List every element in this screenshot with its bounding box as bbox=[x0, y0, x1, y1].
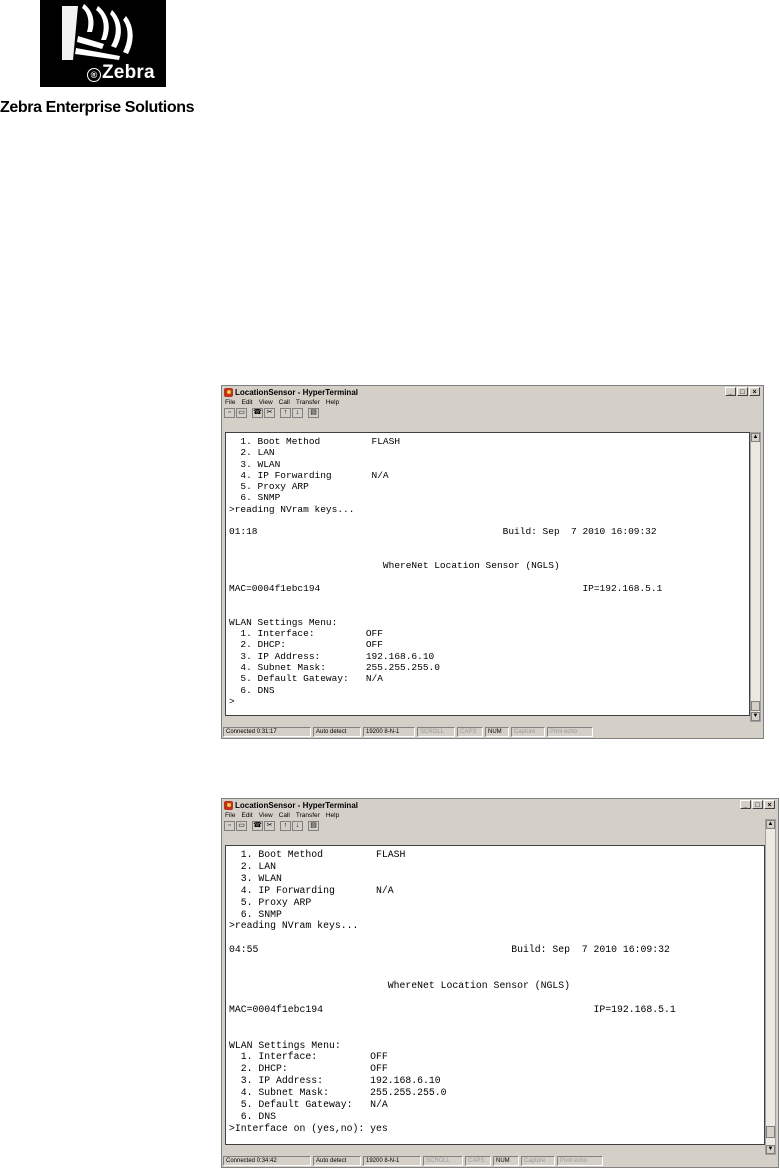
status-bar: Connected 0:34:42 Auto detect 19200 8-N-… bbox=[223, 1156, 777, 1166]
hyperterminal-window-1: LocationSensor - HyperTerminal _ □ × Fil… bbox=[221, 385, 764, 739]
status-bar: Connected 0:31:17 Auto detect 19200 8-N-… bbox=[223, 727, 762, 737]
status-caps: CAPS bbox=[457, 727, 483, 737]
connect-icon[interactable]: ☎ bbox=[252, 821, 263, 831]
maximize-icon[interactable]: □ bbox=[737, 387, 748, 396]
menu-help[interactable]: Help bbox=[326, 812, 339, 819]
scroll-down-icon[interactable]: ▼ bbox=[766, 1145, 775, 1154]
receive-icon[interactable]: ↓ bbox=[292, 821, 303, 831]
status-num: NUM bbox=[485, 727, 509, 737]
disconnect-icon[interactable]: ✂ bbox=[264, 408, 275, 418]
status-capture: Capture bbox=[521, 1156, 555, 1166]
menu-file[interactable]: File bbox=[225, 399, 235, 406]
terminal-output: 1. Boot Method FLASH 2. LAN 3. WLAN 4. I… bbox=[229, 436, 663, 707]
scroll-up-icon[interactable]: ▲ bbox=[766, 820, 775, 829]
menu-help[interactable]: Help bbox=[326, 399, 339, 406]
vertical-scrollbar[interactable]: ▲ ▼ bbox=[750, 432, 761, 722]
scroll-thumb[interactable] bbox=[766, 1126, 775, 1138]
close-icon[interactable]: × bbox=[764, 800, 775, 809]
window-title: LocationSensor - HyperTerminal bbox=[235, 388, 358, 397]
hyperterminal-icon[interactable] bbox=[224, 388, 233, 397]
status-detect: Auto detect bbox=[313, 727, 361, 737]
status-connected: Connected 0:31:17 bbox=[223, 727, 311, 737]
menu-bar: File Edit View Call Transfer Help bbox=[225, 812, 339, 819]
terminal-output: 1. Boot Method FLASH 2. LAN 3. WLAN 4. I… bbox=[229, 849, 676, 1134]
menu-transfer[interactable]: Transfer bbox=[296, 399, 320, 406]
disconnect-icon[interactable]: ✂ bbox=[264, 821, 275, 831]
status-print-echo: Print echo bbox=[557, 1156, 603, 1166]
terminal-area[interactable]: 1. Boot Method FLASH 2. LAN 3. WLAN 4. I… bbox=[225, 845, 765, 1145]
close-icon[interactable]: × bbox=[749, 387, 760, 396]
scroll-up-icon[interactable]: ▲ bbox=[751, 433, 760, 442]
window-title: LocationSensor - HyperTerminal bbox=[235, 801, 358, 810]
menu-call[interactable]: Call bbox=[279, 399, 290, 406]
status-scroll: SCROLL bbox=[423, 1156, 463, 1166]
title-bar[interactable]: LocationSensor - HyperTerminal _ □ × bbox=[223, 387, 762, 398]
maximize-icon[interactable]: □ bbox=[752, 800, 763, 809]
toolbar: ▫ ▭ ☎ ✂ ↑ ↓ ▤ bbox=[224, 408, 319, 418]
status-capture: Capture bbox=[511, 727, 545, 737]
status-connected: Connected 0:34:42 bbox=[223, 1156, 311, 1166]
open-icon[interactable]: ▭ bbox=[236, 821, 247, 831]
vertical-scrollbar[interactable]: ▲ ▼ bbox=[765, 819, 776, 1155]
menu-view[interactable]: View bbox=[259, 399, 273, 406]
menu-edit[interactable]: Edit bbox=[241, 399, 252, 406]
status-caps: CAPS bbox=[465, 1156, 491, 1166]
terminal-area[interactable]: 1. Boot Method FLASH 2. LAN 3. WLAN 4. I… bbox=[225, 432, 750, 716]
menu-bar: File Edit View Call Transfer Help bbox=[225, 399, 339, 406]
scroll-thumb[interactable] bbox=[751, 701, 760, 711]
menu-edit[interactable]: Edit bbox=[241, 812, 252, 819]
minimize-icon[interactable]: _ bbox=[740, 800, 751, 809]
new-connection-icon[interactable]: ▫ bbox=[224, 408, 235, 418]
hyperterminal-icon[interactable] bbox=[224, 801, 233, 810]
status-baud: 19200 8-N-1 bbox=[363, 1156, 421, 1166]
toolbar: ▫ ▭ ☎ ✂ ↑ ↓ ▤ bbox=[224, 821, 319, 831]
menu-file[interactable]: File bbox=[225, 812, 235, 819]
status-num: NUM bbox=[493, 1156, 519, 1166]
status-detect: Auto detect bbox=[313, 1156, 361, 1166]
new-connection-icon[interactable]: ▫ bbox=[224, 821, 235, 831]
connect-icon[interactable]: ☎ bbox=[252, 408, 263, 418]
status-baud: 19200 8-N-1 bbox=[363, 727, 415, 737]
menu-call[interactable]: Call bbox=[279, 812, 290, 819]
status-scroll: SCROLL bbox=[417, 727, 455, 737]
title-bar[interactable]: LocationSensor - HyperTerminal _ □ × bbox=[223, 800, 777, 811]
open-icon[interactable]: ▭ bbox=[236, 408, 247, 418]
receive-icon[interactable]: ↓ bbox=[292, 408, 303, 418]
registered-mark: ® bbox=[87, 68, 101, 82]
company-name: Zebra Enterprise Solutions bbox=[0, 99, 195, 116]
menu-transfer[interactable]: Transfer bbox=[296, 812, 320, 819]
logo-wordmark: Zebra bbox=[102, 62, 155, 83]
send-icon[interactable]: ↑ bbox=[280, 408, 291, 418]
scroll-down-icon[interactable]: ▼ bbox=[751, 712, 760, 721]
status-print-echo: Print echo bbox=[547, 727, 593, 737]
zebra-logo: ® Zebra bbox=[40, 0, 166, 87]
menu-view[interactable]: View bbox=[259, 812, 273, 819]
send-icon[interactable]: ↑ bbox=[280, 821, 291, 831]
hyperterminal-window-2: LocationSensor - HyperTerminal _ □ × Fil… bbox=[221, 798, 779, 1168]
properties-icon[interactable]: ▤ bbox=[308, 408, 319, 418]
properties-icon[interactable]: ▤ bbox=[308, 821, 319, 831]
minimize-icon[interactable]: _ bbox=[725, 387, 736, 396]
